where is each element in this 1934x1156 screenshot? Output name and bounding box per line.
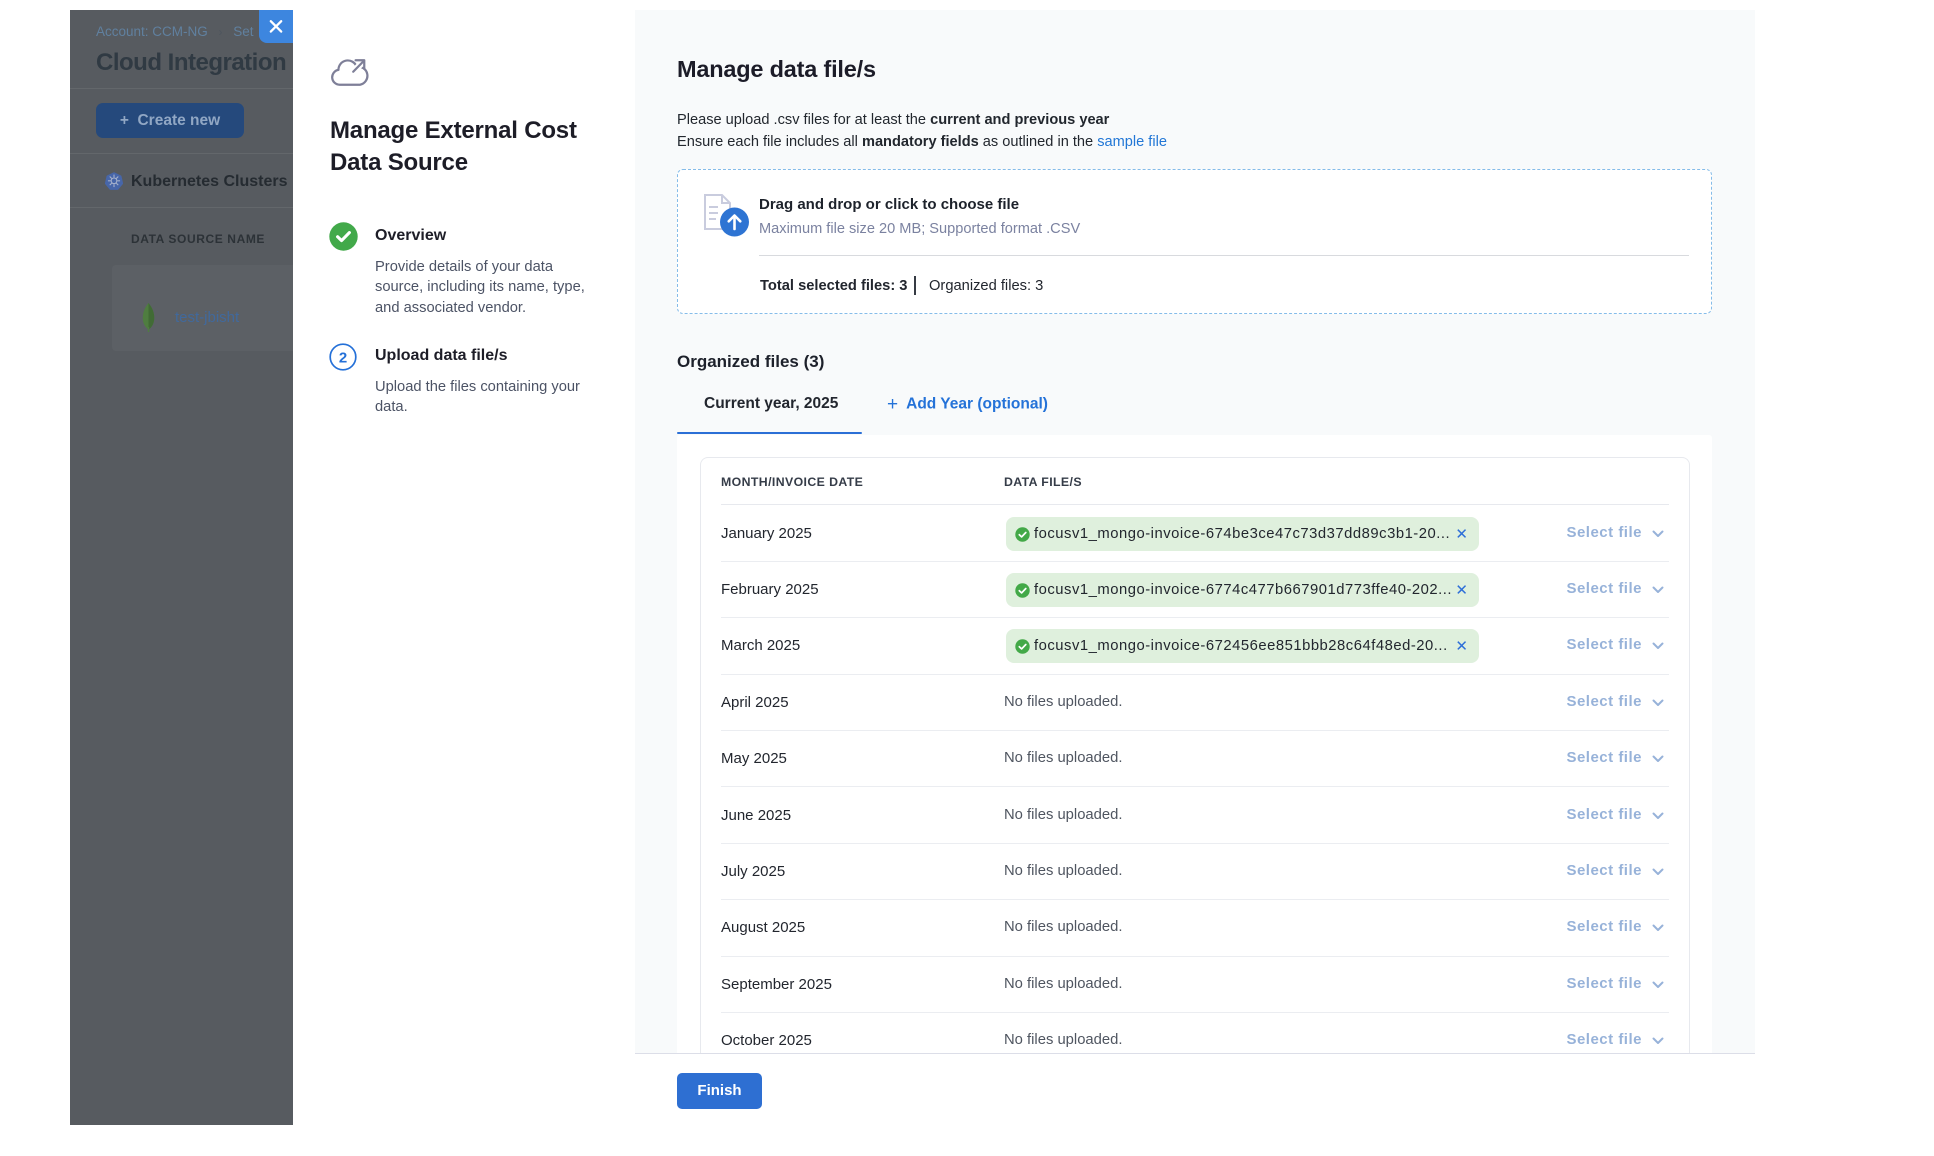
svg-text:2: 2 [339, 349, 347, 366]
